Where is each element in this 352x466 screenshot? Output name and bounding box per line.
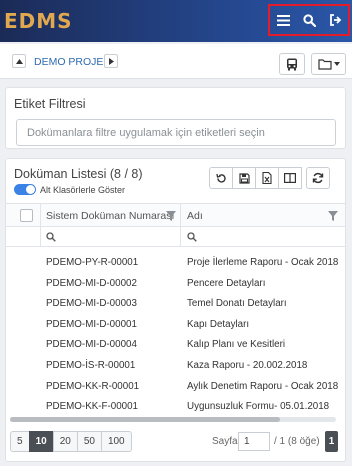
bus-icon (287, 58, 297, 70)
excel-file-icon (262, 172, 272, 184)
current-page-button[interactable]: 1 (325, 431, 338, 452)
column-header-name[interactable]: Adı (187, 210, 203, 222)
transfer-button[interactable] (279, 53, 305, 75)
breadcrumb-project[interactable]: DEMO PROJE (34, 56, 103, 68)
select-all-checkbox[interactable] (20, 209, 33, 222)
parent-folder-button[interactable] (12, 54, 26, 68)
folder-icon (317, 58, 332, 70)
document-name: Proje İlerleme Raporu - Ocak 2018 (187, 257, 339, 268)
page-size-option-active[interactable]: 10 (28, 431, 54, 452)
table-row[interactable]: PDEMO-PY-R-00001 Proje İlerleme Raporu - … (6, 252, 345, 273)
document-number: PDEMO-MI-D-00004 (46, 339, 137, 351)
grid-header-row: Sistem Doküman Numarası Adı (6, 203, 345, 227)
filter-icon[interactable] (166, 211, 176, 221)
document-number: PDEMO-KK-F-00001 (46, 401, 139, 413)
document-number: PDEMO-MI-D-00001 (46, 318, 137, 330)
filter-icon[interactable] (328, 211, 338, 221)
columns-button[interactable] (278, 167, 302, 189)
document-number: PDEMO-MI-D-00003 (46, 298, 137, 310)
scrollbar-thumb[interactable] (10, 417, 280, 422)
app-logo: EDMS (4, 9, 73, 33)
save-layout-button[interactable] (232, 167, 256, 189)
tag-filter-input[interactable] (16, 119, 336, 146)
menu-icon (276, 14, 290, 26)
columns-icon (284, 173, 296, 183)
page-size-selector: 5 10 20 50 100 (10, 431, 132, 452)
page-size-option[interactable]: 20 (52, 431, 78, 452)
caret-right-icon (108, 57, 114, 65)
table-row[interactable]: PDEMO-MI-D-00002 Pencere Detayları (6, 273, 345, 294)
table-row[interactable]: PDEMO-MI-D-00003 Temel Donatı Detayları (6, 293, 345, 314)
menu-button[interactable] (273, 10, 293, 30)
search-button[interactable] (299, 10, 319, 30)
tag-filter-title: Etiket Filtresi (14, 97, 86, 111)
table-row[interactable]: PDEMO-MI-D-00004 Kalıp Planı ve Kesitleri (6, 334, 345, 355)
table-row[interactable]: PDEMO-KK-R-00001 Aylık Denetim Raporu - O… (6, 376, 345, 397)
page-number-input[interactable]: 1 (238, 432, 270, 451)
document-name: Temel Donatı Detayları (187, 298, 287, 310)
subfolder-button[interactable] (104, 54, 118, 68)
grid-toolbar (209, 167, 330, 189)
document-number: PDEMO-PY-R-00001 (46, 257, 139, 268)
undo-icon (215, 173, 226, 183)
search-icon[interactable] (187, 232, 197, 242)
logout-button[interactable] (325, 10, 345, 30)
export-excel-button[interactable] (255, 167, 279, 189)
document-name: Pencere Detayları (187, 277, 266, 289)
reload-button[interactable] (306, 167, 330, 189)
search-icon[interactable] (46, 232, 56, 242)
sync-icon (312, 172, 324, 184)
subfolder-toggle-label: Alt Klasörlerle Göster (40, 185, 126, 195)
search-icon (302, 13, 316, 27)
document-name: Aylık Denetim Raporu - Ocak 2018 (187, 380, 339, 392)
table-row[interactable]: PDEMO-KK-F-00001 Uygunsuzluk Formu- 05.01… (6, 396, 345, 417)
document-grid: Sistem Doküman Numarası Adı PDEMO-PY-R-0… (6, 203, 345, 417)
top-bar: EDMS (0, 0, 352, 42)
breadcrumb-bar: DEMO PROJE (0, 44, 352, 79)
document-number: PDEMO-KK-R-00001 (46, 380, 140, 392)
folder-menu-button[interactable] (311, 53, 346, 75)
logout-icon (329, 14, 341, 26)
document-name: Kapı Detayları (187, 318, 250, 330)
document-name: Kalıp Planı ve Kesitleri (187, 339, 286, 351)
table-row[interactable]: PDEMO-MI-D-00001 Kapı Detayları (6, 314, 345, 335)
header-actions (268, 4, 350, 36)
subfolder-toggle[interactable] (14, 184, 36, 195)
save-icon (238, 172, 250, 184)
refresh-button[interactable] (209, 167, 233, 189)
column-header-number[interactable]: Sistem Doküman Numarası (46, 210, 174, 222)
document-name: Kaza Raporu - 20.002.2018 (187, 359, 308, 371)
page-info: / 1 (8 öğe) (274, 436, 320, 447)
page-size-option[interactable]: 50 (76, 431, 102, 452)
tag-filter-panel: Etiket Filtresi (5, 87, 346, 149)
page-label: Sayfa (212, 436, 238, 447)
document-name: Uygunsuzluk Formu- 05.01.2018 (187, 401, 330, 413)
table-row[interactable]: PDEMO-İS-R-00001 Kaza Raporu - 20.002.201… (6, 355, 345, 376)
page-size-option[interactable]: 100 (100, 431, 132, 452)
grid-filter-row (6, 227, 345, 247)
document-number: PDEMO-MI-D-00002 (46, 277, 137, 289)
horizontal-scrollbar[interactable] (10, 417, 336, 422)
document-number: PDEMO-İS-R-00001 (46, 359, 136, 371)
caret-up-icon (15, 58, 23, 64)
page-size-option[interactable]: 5 (10, 431, 30, 452)
document-list-title: Doküman Listesi (8 / 8) (14, 167, 143, 181)
caret-down-icon (333, 62, 340, 66)
